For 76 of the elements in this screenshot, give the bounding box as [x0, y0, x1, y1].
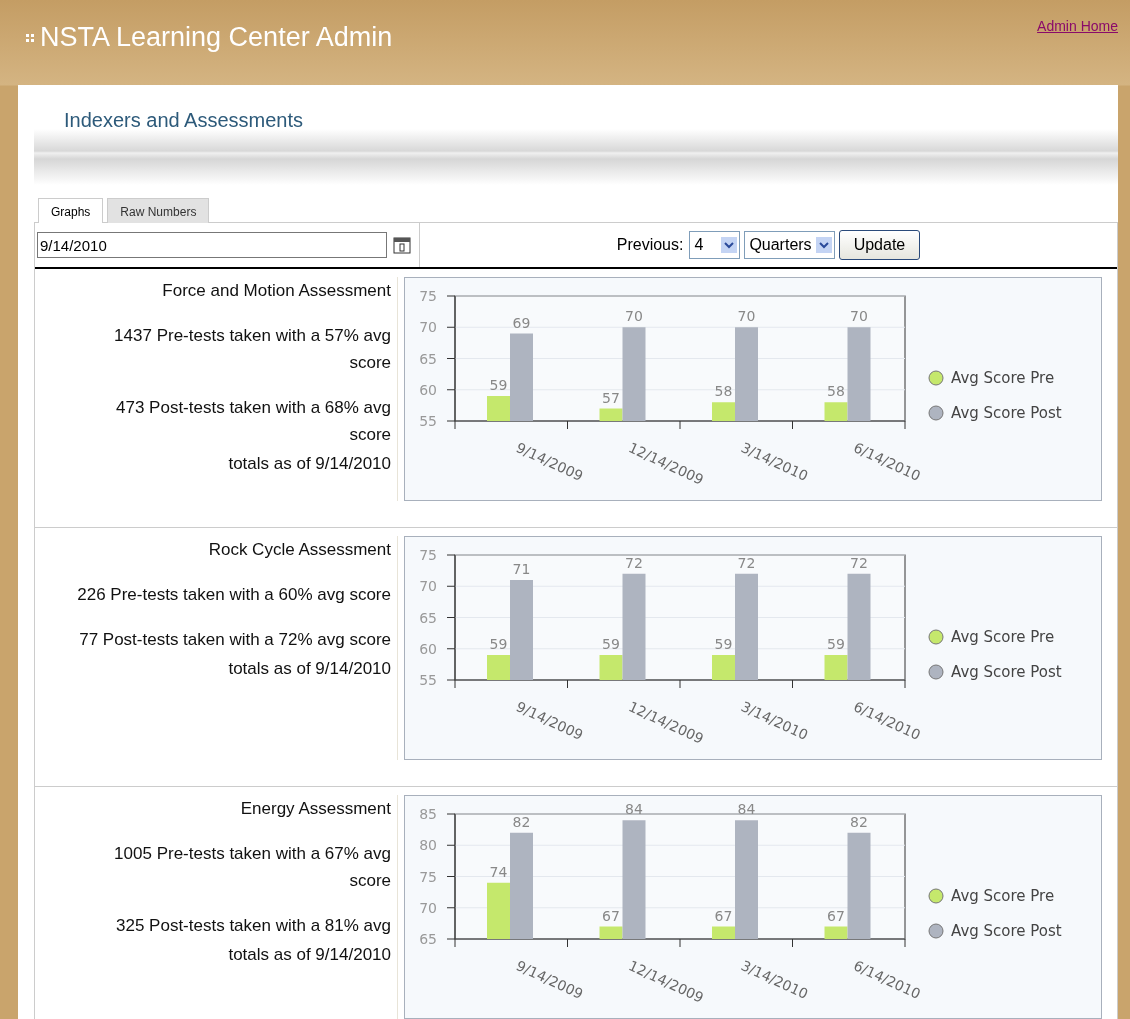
pre-test-summary: 1437 Pre-tests taken with a 57% avg score	[113, 325, 391, 374]
assessment-name: Rock Cycle Assessment	[208, 539, 391, 561]
dropdown-icon	[815, 237, 832, 253]
previous-label: Previous:	[616, 236, 684, 254]
axis-tick-label: 75	[419, 288, 437, 304]
axis-tick-label: 60	[419, 640, 437, 657]
data-label: 67	[827, 907, 845, 924]
legend-label: Avg Score Pre	[951, 628, 1055, 646]
legend-label: Avg Score Pre	[951, 369, 1055, 387]
data-label: 70	[850, 308, 868, 325]
data-label: 84	[625, 801, 643, 818]
axis-tick-label: 70	[419, 578, 437, 595]
axis-tick-label: 85	[419, 806, 437, 822]
update-button[interactable]: Update	[838, 230, 921, 260]
data-label: 82	[512, 813, 531, 830]
legend-label: Avg Score Post	[951, 663, 1062, 681]
assessment-name: Energy Assessment	[240, 798, 391, 820]
data-label: 58	[827, 383, 845, 400]
legend-dot-icon	[928, 370, 944, 386]
axis-tick-label: 65	[419, 350, 437, 367]
data-label: 72	[625, 554, 643, 571]
data-label: 70	[737, 308, 756, 325]
axis-tick-label: 60	[419, 381, 437, 398]
totals-date: totals as of 9/14/2010	[228, 658, 391, 680]
data-label: 67	[714, 907, 733, 924]
pre-test-summary: 226 Pre-tests taken with a 60% avg score	[77, 584, 391, 606]
post-test-summary: 325 Post-tests taken with a 81% avg	[116, 915, 391, 937]
data-label: 74	[489, 863, 508, 880]
legend-dot-icon	[928, 923, 944, 939]
count-select[interactable]: 4	[689, 231, 741, 259]
legend-label: Avg Score Pre	[951, 887, 1055, 905]
legend-dot-icon	[928, 888, 944, 904]
data-label: 72	[850, 554, 868, 571]
pre-test-summary: 1005 Pre-tests taken with a 67% avg score	[113, 843, 391, 892]
admin-home-link[interactable]: Admin Home	[1037, 18, 1118, 34]
legend-dot-icon	[928, 405, 944, 421]
data-label: 82	[850, 813, 868, 830]
calendar-icon[interactable]	[393, 236, 411, 254]
data-label: 59	[714, 636, 733, 652]
data-label: 84	[737, 801, 756, 818]
tab[interactable]: Graphs	[38, 198, 104, 223]
data-label: 59	[489, 636, 508, 652]
assessment-name: Force and Motion Assessment	[162, 280, 391, 302]
period-select[interactable]: Quarters	[744, 231, 835, 259]
axis-tick-label: 75	[419, 547, 437, 563]
axis-tick-label: 55	[419, 413, 437, 429]
axis-tick-label: 55	[419, 672, 437, 688]
data-label: 70	[625, 308, 643, 325]
section-title: Indexers and Assessments	[64, 109, 303, 132]
axis-tick-label: 75	[419, 868, 437, 885]
data-label: 57	[602, 389, 620, 406]
axis-tick-label: 65	[419, 609, 437, 626]
axis-tick-label: 70	[419, 319, 437, 336]
axis-tick-label: 65	[419, 931, 437, 947]
data-label: 59	[489, 377, 508, 393]
grip-icon	[26, 33, 34, 42]
data-label: 58	[714, 383, 733, 400]
post-test-summary: 77 Post-tests taken with a 72% avg score	[79, 629, 391, 651]
axis-tick-label: 70	[419, 899, 437, 916]
data-label: 69	[512, 314, 531, 331]
date-field[interactable]: 9/14/2010	[37, 232, 387, 258]
data-label: 67	[602, 907, 620, 924]
totals-date: totals as of 9/14/2010	[228, 453, 391, 475]
legend-dot-icon	[928, 664, 944, 680]
legend-dot-icon	[928, 629, 944, 645]
tab[interactable]: Raw Numbers	[107, 198, 210, 223]
data-label: 72	[737, 554, 756, 571]
totals-date: totals as of 9/14/2010	[228, 944, 391, 966]
data-label: 71	[512, 561, 531, 577]
dropdown-icon	[721, 237, 738, 253]
axis-tick-label: 80	[419, 837, 437, 854]
legend-label: Avg Score Post	[951, 404, 1062, 422]
app-title: NSTA Learning Center Admin	[40, 22, 393, 53]
legend-label: Avg Score Post	[951, 922, 1062, 940]
data-label: 59	[602, 636, 620, 652]
data-label: 59	[827, 636, 845, 652]
